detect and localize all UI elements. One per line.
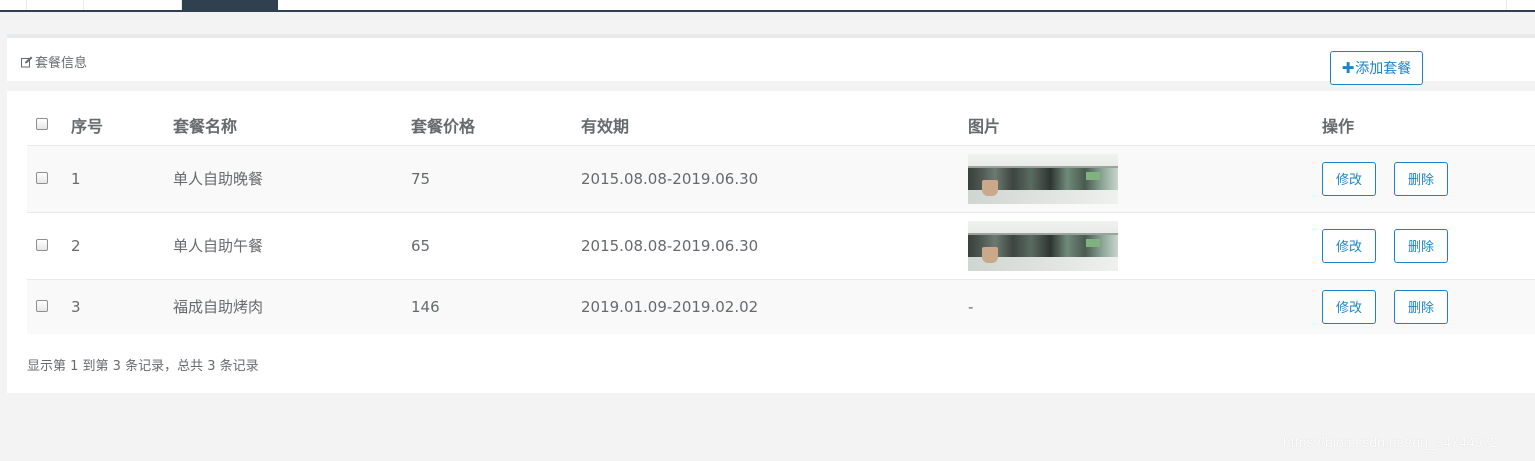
table-row: 3 福成自助烤肉 146 2019.01.09-2019.02.02 - 修改删… — [27, 279, 1535, 334]
cell-actions: 修改 删除 — [1322, 145, 1535, 213]
cell-period: 2015.08.08-2019.06.30 — [581, 145, 968, 213]
nav-tab-active[interactable] — [182, 0, 278, 10]
edit-button[interactable]: 修改 — [1322, 228, 1376, 263]
table-row: 2 单人自助午餐 65 2015.08.08-2019.06.30 修改 删除 — [27, 212, 1535, 280]
cell-image — [968, 145, 1322, 213]
select-all-cell — [27, 105, 71, 146]
cell-period: 2015.08.08-2019.06.30 — [581, 212, 968, 280]
cell-id: 1 — [71, 145, 173, 213]
package-thumbnail — [968, 153, 1118, 204]
cell-image — [968, 212, 1322, 280]
header-actions: 操作 — [1322, 105, 1535, 146]
header-name: 套餐名称 — [173, 105, 411, 146]
pagination-info: 显示第 1 到第 3 条记录，总共 3 条记录 — [27, 359, 259, 374]
cell-name: 福成自助烤肉 — [173, 298, 264, 317]
cell-price: 75 — [411, 145, 581, 213]
cell-id: 2 — [71, 212, 173, 280]
table-row: 1 单人自助晚餐 75 2015.08.08-2019.06.30 修改 删除 — [27, 145, 1535, 213]
row-checkbox[interactable] — [36, 299, 48, 312]
cell-name: 单人自助晚餐 — [173, 145, 411, 213]
delete-button[interactable]: 删除 — [1394, 289, 1448, 324]
edit-icon — [21, 56, 33, 67]
header-price: 套餐价格 — [411, 105, 581, 146]
watermark: https://blog.csdn.net/qq_34744972 — [1283, 434, 1498, 450]
edit-button[interactable]: 修改 — [1322, 289, 1376, 324]
nav-divider — [1506, 0, 1507, 10]
cell-price: 146 — [411, 297, 440, 316]
row-checkbox[interactable] — [36, 238, 48, 251]
plus-icon: ✚ — [1341, 59, 1355, 77]
top-nav-bar — [0, 0, 1535, 12]
header-period: 有效期 — [581, 105, 968, 146]
cell-actions: 修改 删除 — [1322, 279, 1535, 334]
package-panel-header: 套餐信息 ✚ 添加套餐 — [7, 34, 1535, 85]
add-package-label: 添加套餐 — [1355, 61, 1412, 77]
cell-price: 65 — [411, 212, 581, 280]
select-all-checkbox[interactable] — [36, 118, 48, 131]
add-package-button[interactable]: ✚ 添加套餐 — [1330, 51, 1423, 85]
cell-period: 2019.01.09-2019.02.02 — [581, 297, 759, 316]
panel-title: 套餐信息 — [21, 52, 87, 71]
row-checkbox[interactable] — [36, 171, 48, 184]
package-thumbnail — [968, 220, 1118, 271]
delete-button[interactable]: 删除 — [1394, 228, 1448, 263]
cell-actions: 修改 删除 — [1322, 212, 1535, 280]
header-id: 序号 — [71, 105, 173, 146]
nav-tab-2[interactable] — [84, 0, 182, 10]
edit-button[interactable]: 修改 — [1322, 161, 1376, 196]
table-header-row: 序号 套餐名称 套餐价格 有效期 图片 操作 — [27, 105, 1535, 146]
delete-button[interactable]: 删除 — [1394, 161, 1448, 196]
cell-image: - — [968, 297, 974, 316]
package-table: 序号 套餐名称 套餐价格 有效期 图片 操作 1 单人自助晚餐 75 2015.… — [27, 105, 1535, 334]
nav-tab-1[interactable] — [26, 0, 84, 10]
package-panel-body: 序号 套餐名称 套餐价格 有效期 图片 操作 1 单人自助晚餐 75 2015.… — [7, 91, 1535, 393]
cell-name: 单人自助午餐 — [173, 212, 411, 280]
cell-id: 3 — [71, 297, 81, 316]
panel-title-text: 套餐信息 — [35, 56, 88, 71]
header-image: 图片 — [968, 105, 1322, 146]
